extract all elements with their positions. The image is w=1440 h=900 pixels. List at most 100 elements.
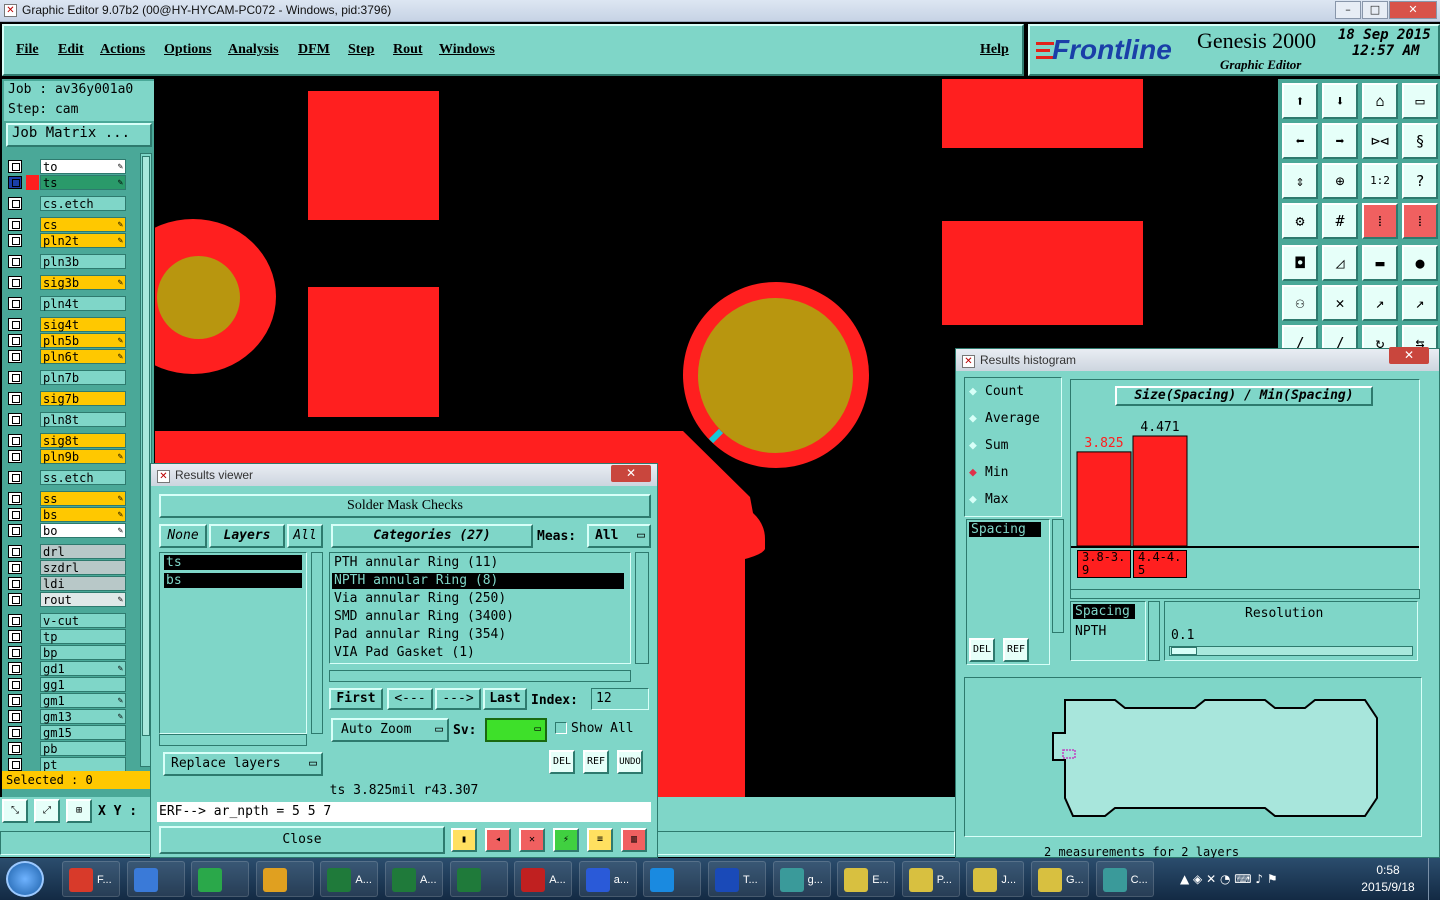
layer-name[interactable]: pb (40, 741, 126, 756)
redraw-icon[interactable]: § (1402, 123, 1438, 159)
layer-name[interactable]: cs ✎ (40, 217, 126, 232)
layer-name[interactable]: pln2t ✎ (40, 233, 126, 248)
layer-name[interactable]: sig7b (40, 391, 126, 406)
snap-icon[interactable]: ⚙ (1282, 203, 1318, 239)
measure-icon[interactable]: ↗ (1362, 285, 1398, 321)
taskbar-item[interactable]: F... (62, 861, 120, 897)
result-layer-item[interactable]: ts (164, 555, 302, 570)
layer-affected-checkbox[interactable] (8, 492, 22, 505)
layer-name[interactable]: sig3b ✎ (40, 275, 126, 290)
histogram-bar[interactable] (1132, 435, 1188, 547)
layer-affected-checkbox[interactable] (8, 234, 22, 247)
layer-affected-checkbox[interactable] (8, 392, 22, 405)
layer-row[interactable]: cs ✎ (6, 217, 126, 232)
categories-hscrollbar[interactable] (329, 670, 631, 682)
ref-button[interactable]: REF (583, 750, 609, 774)
erase-icon[interactable]: ✕ (519, 828, 545, 852)
layer-name[interactable]: pln7b (40, 370, 126, 385)
histogram-icon[interactable]: ▥ (621, 828, 647, 852)
layer-row[interactable]: gm1 ✎ (6, 693, 126, 708)
layer-affected-checkbox[interactable] (8, 710, 22, 723)
layer-name[interactable]: sig4t (40, 317, 126, 332)
layer-name[interactable]: pln9b ✎ (40, 449, 126, 464)
close-dialog-button[interactable]: Close (159, 826, 445, 854)
layer-row[interactable]: pln9b ✎ (6, 449, 126, 464)
cross-icon[interactable]: ✕ (1322, 285, 1358, 321)
draw-line-icon[interactable]: ◿ (1322, 245, 1358, 281)
menu-file[interactable]: File (16, 42, 39, 58)
layer-row[interactable]: tp (6, 629, 126, 644)
spacing-scrollbar[interactable] (1148, 601, 1160, 661)
ruler-icon[interactable]: ▬ (1362, 245, 1398, 281)
taskbar-item[interactable] (255, 861, 314, 897)
pad-icon[interactable]: ● (1402, 245, 1438, 281)
category-item[interactable]: Via annular Ring (250) (332, 591, 624, 607)
taskbar-item[interactable] (191, 861, 250, 897)
radio-diamond-icon[interactable]: ◆ (969, 463, 985, 483)
layer-name[interactable]: ss ✎ (40, 491, 126, 506)
mark-icon[interactable]: ◂ (485, 828, 511, 852)
index-input[interactable]: 12 (591, 688, 649, 710)
show-all-checkbox[interactable] (555, 722, 567, 734)
zoom-fit-icon[interactable]: ⇕ (1282, 163, 1318, 199)
radio-diamond-icon[interactable]: ◆ (969, 436, 985, 456)
grid-snap-icon[interactable]: ⊞ (66, 799, 92, 823)
menu-rout[interactable]: Rout (393, 42, 423, 58)
layer-row[interactable]: gd1 ✎ (6, 661, 126, 676)
maximize-button[interactable]: □ (1362, 1, 1388, 19)
layer-name[interactable]: pt (40, 757, 126, 772)
layer-name[interactable]: pln8t (40, 412, 126, 427)
layer-row[interactable]: bs ✎ (6, 507, 126, 522)
layer-name[interactable]: sig8t (40, 433, 126, 448)
undo-button[interactable]: UNDO (617, 750, 643, 774)
meas-dropdown[interactable]: All ▭ (587, 524, 651, 548)
category-item[interactable]: PTH annular Ring (11) (332, 555, 624, 571)
layer-row[interactable]: sig7b (6, 391, 126, 406)
layer-name[interactable]: rout ✎ (40, 592, 126, 607)
layer-row[interactable]: pln5b ✎ (6, 333, 126, 348)
layer-affected-checkbox[interactable] (8, 678, 22, 691)
layer-affected-checkbox[interactable] (8, 197, 22, 210)
menu-windows[interactable]: Windows (439, 42, 495, 58)
pan-left-icon[interactable]: ⬅ (1282, 123, 1318, 159)
layer-row[interactable]: pln2t ✎ (6, 233, 126, 248)
sv-color-dropdown[interactable]: ▭ (485, 718, 547, 742)
taskbar-item[interactable]: G... (1031, 861, 1089, 897)
layer-affected-checkbox[interactable] (8, 218, 22, 231)
none-button[interactable]: None (159, 524, 207, 548)
layer-affected-checkbox[interactable] (8, 334, 22, 347)
menu-dfm[interactable]: DFM (298, 42, 330, 58)
highlight-icon[interactable]: ▮ (451, 828, 477, 852)
categories-button[interactable]: Categories (27) (331, 524, 533, 548)
menu-step[interactable]: Step (348, 42, 374, 58)
layer-name[interactable]: gm15 (40, 725, 126, 740)
taskbar-item[interactable]: P... (901, 861, 960, 897)
layer-affected-checkbox[interactable] (8, 614, 22, 627)
layer-affected-checkbox[interactable] (8, 593, 22, 606)
help-icon[interactable]: ? (1402, 163, 1438, 199)
layer-affected-checkbox[interactable] (8, 371, 22, 384)
taskbar-item[interactable]: a... (578, 861, 637, 897)
layer-name[interactable]: to ✎ (40, 159, 126, 174)
layer-row[interactable]: pln6t ✎ (6, 349, 126, 364)
solder-mask-checks-header[interactable]: Solder Mask Checks (159, 494, 651, 518)
taskbar-item[interactable]: E... (837, 861, 896, 897)
layer-name[interactable]: drl (40, 544, 126, 559)
categories-scrollbar[interactable] (635, 552, 649, 664)
job-matrix-button[interactable]: Job Matrix ... (6, 123, 152, 147)
zoom-in-icon[interactable]: ⊳⊲ (1362, 123, 1398, 159)
layer-name[interactable]: pln4t (40, 296, 126, 311)
menu-help[interactable]: Help (980, 42, 1009, 58)
zoom-out-icon[interactable]: ⤢ (34, 799, 60, 823)
layer-affected-checkbox[interactable] (8, 350, 22, 363)
taskbar-item[interactable]: A... (385, 861, 443, 897)
screen-icon[interactable]: ▭ (1402, 83, 1438, 119)
toggle-icon[interactable]: ⚡ (553, 828, 579, 852)
prev-button[interactable]: <--- (387, 688, 433, 710)
layer-affected-checkbox[interactable] (8, 508, 22, 521)
layer-row[interactable]: sig8t (6, 433, 126, 448)
taskbar-item[interactable]: g... (772, 861, 831, 897)
pan-up-icon[interactable]: ⬆ (1282, 83, 1318, 119)
next-button[interactable]: ---> (435, 688, 481, 710)
stat-option[interactable]: ◆ Count (969, 382, 1059, 402)
